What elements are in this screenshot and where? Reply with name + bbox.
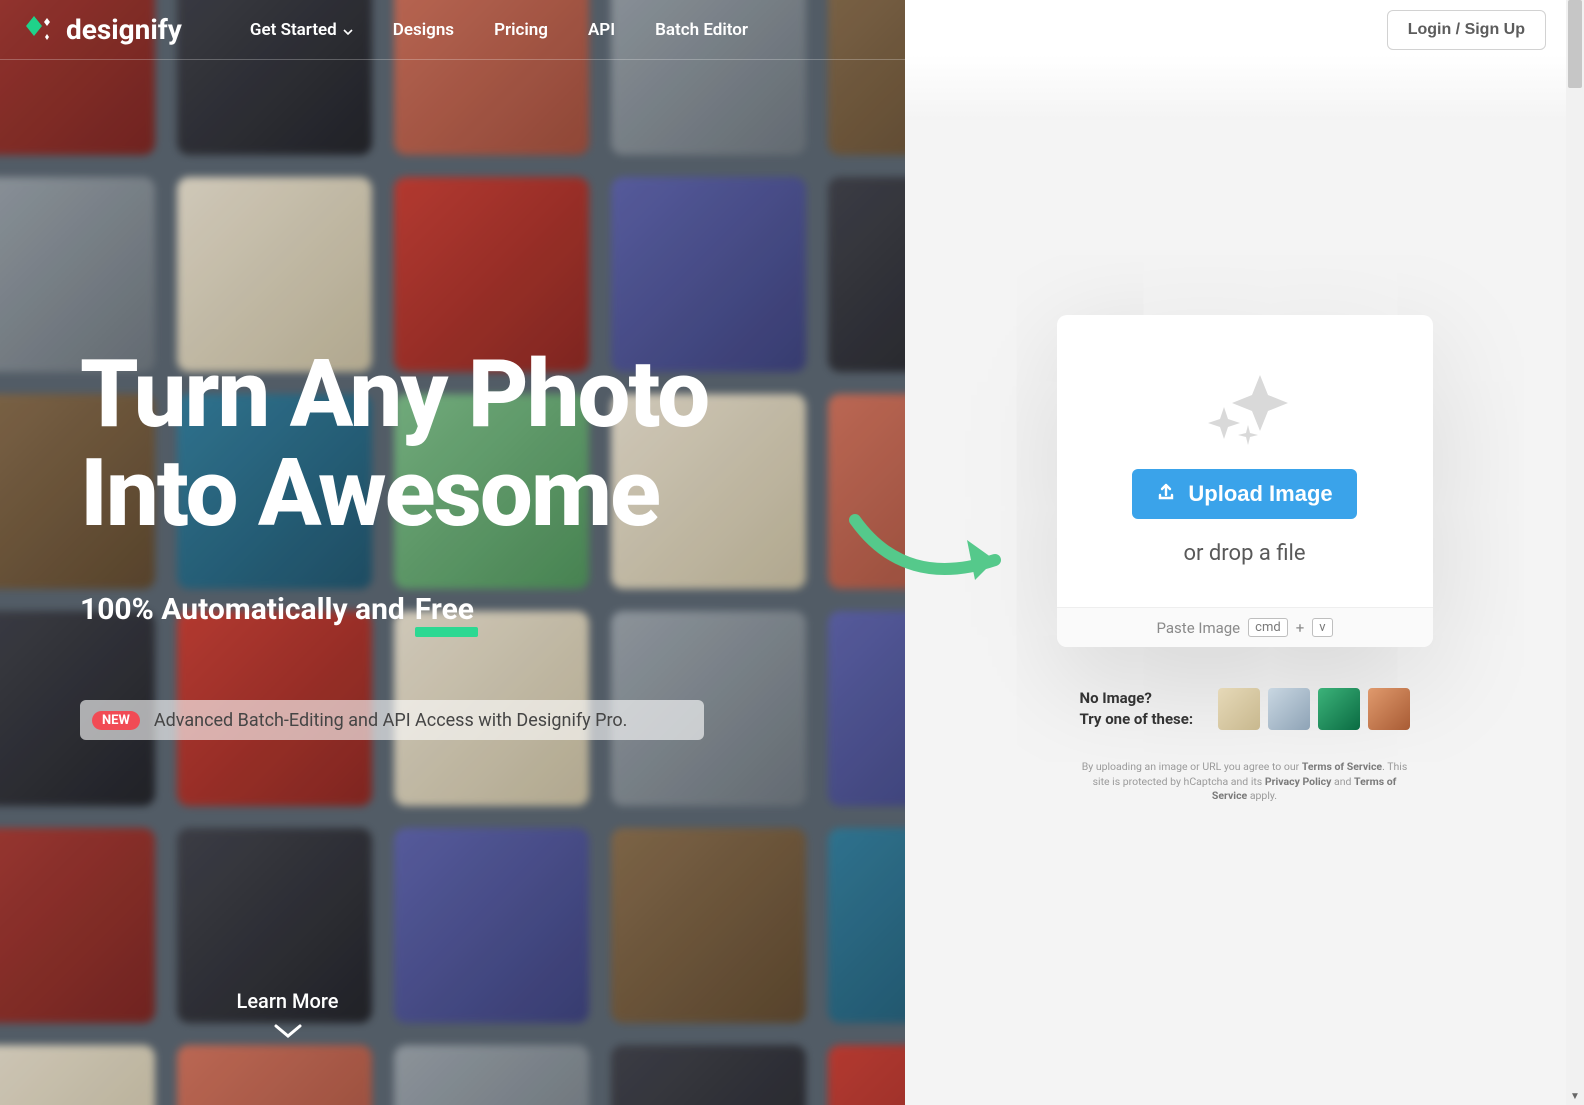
brand-name: designify [66,13,182,46]
upload-card[interactable]: Upload Image or drop a file Paste Image … [1057,315,1433,647]
no-image-label: No Image? [1080,688,1194,709]
hero-title-line2: Into Awesome [80,444,840,543]
legal-text: By uploading an image or URL you agree t… [1080,760,1410,804]
try-these-label: Try one of these: [1080,709,1194,730]
example-thumb-4[interactable] [1368,688,1410,730]
nav-api[interactable]: API [588,20,615,40]
privacy-link[interactable]: Privacy Policy [1265,775,1332,788]
promo-banner[interactable]: NEW Advanced Batch-Editing and API Acces… [80,700,704,740]
hero-title-line1: Turn Any Photo [80,345,840,444]
login-signup-button[interactable]: Login / Sign Up [1387,10,1546,50]
brand-logo-icon [20,12,56,48]
paste-bar: Paste Image cmd + v [1057,607,1433,647]
example-thumb-1[interactable] [1218,688,1260,730]
hero-title: Turn Any Photo Into Awesome [80,345,840,542]
caret-down-icon [343,20,353,40]
drop-file-label: or drop a file [1183,541,1305,566]
promo-text: Advanced Batch-Editing and API Access wi… [154,710,628,731]
nav-pricing[interactable]: Pricing [494,20,548,40]
nav-bar: designify Get Started Designs Pricing AP… [0,0,1566,59]
scrollbar-thumb[interactable] [1568,0,1582,88]
nav-batch-editor[interactable]: Batch Editor [655,20,748,40]
nav-border [0,59,1584,60]
brand[interactable]: designify [20,12,182,48]
kbd-v: v [1312,618,1332,637]
upload-icon [1156,481,1176,507]
tos-link[interactable]: Terms of Service [1302,760,1382,773]
chevron-down-icon [274,1021,302,1045]
arrow-icon [845,510,1025,600]
new-pill: NEW [92,711,140,730]
hero-subtitle-free: Free [415,592,474,627]
upload-image-label: Upload Image [1188,481,1332,507]
learn-more-label: Learn More [237,989,339,1013]
example-thumb-2[interactable] [1268,688,1310,730]
free-underline [415,627,478,637]
scrollbar-down-icon[interactable]: ▼ [1566,1087,1584,1105]
paste-label: Paste Image [1157,619,1241,637]
hero-panel: Turn Any Photo Into Awesome 100% Automat… [0,0,905,1105]
learn-more[interactable]: Learn More [0,989,575,1045]
upload-panel: Upload Image or drop a file Paste Image … [905,0,1584,1105]
upload-image-button[interactable]: Upload Image [1132,469,1356,519]
hero-subtitle: 100% Automatically and Free [80,592,474,627]
sparkles-icon [1200,367,1290,447]
hero-subtitle-prefix: 100% Automatically and [80,592,405,627]
kbd-plus: + [1296,619,1305,637]
nav-get-started[interactable]: Get Started [250,20,353,40]
example-row: No Image? Try one of these: [1080,688,1410,730]
scrollbar[interactable]: ▼ [1566,0,1584,1105]
example-thumb-3[interactable] [1318,688,1360,730]
nav-designs[interactable]: Designs [393,20,454,40]
kbd-cmd: cmd [1248,618,1288,637]
